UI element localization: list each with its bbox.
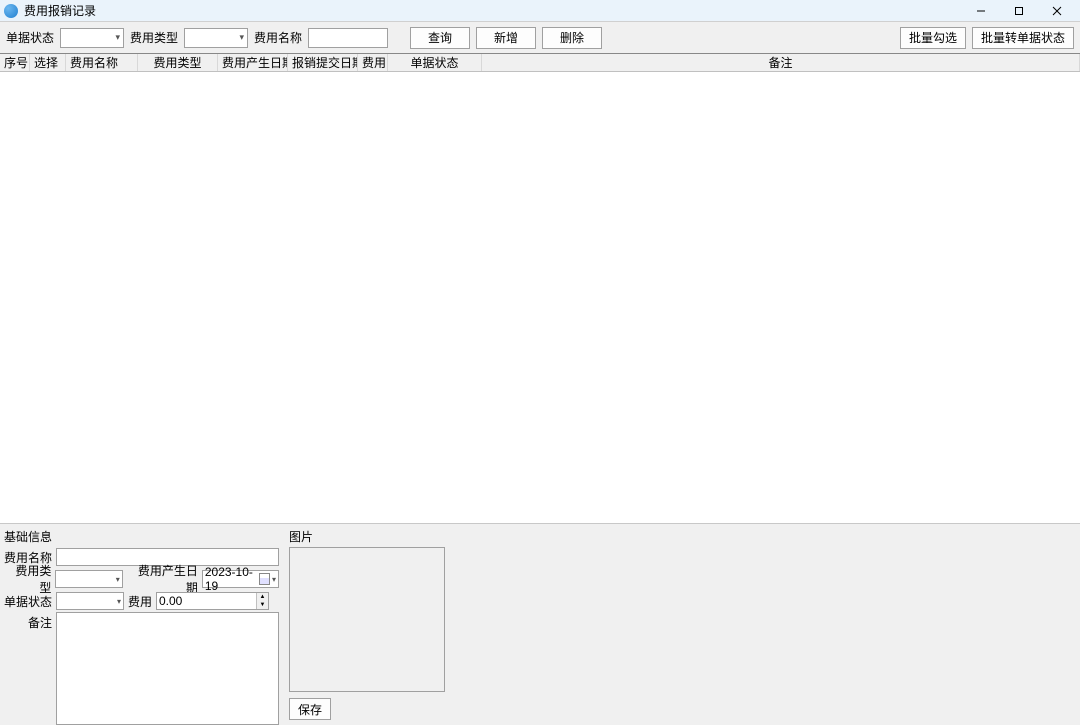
th-seq: 序号 (0, 54, 30, 71)
titlebar: 费用报销记录 (0, 0, 1080, 22)
status-filter-label: 单据状态 (6, 29, 54, 46)
type-combo[interactable]: ▾ (55, 570, 122, 588)
th-select: 选择 (30, 54, 66, 71)
name-filter-label: 费用名称 (254, 29, 302, 46)
chevron-down-icon: ▾ (240, 32, 245, 43)
th-type: 费用类型 (138, 54, 218, 71)
remark-textarea[interactable] (56, 612, 279, 725)
gen-date-picker[interactable]: 2023-10-19 ▾ (202, 570, 279, 588)
maximize-button[interactable] (1000, 0, 1038, 22)
gen-date-label: 费用产生日期 (127, 562, 198, 596)
image-section-title: 图片 (289, 528, 445, 545)
th-name: 费用名称 (66, 54, 138, 71)
window-title: 费用报销记录 (24, 2, 96, 19)
gen-date-value: 2023-10-19 (205, 565, 258, 593)
th-fee: 费用 (358, 54, 388, 71)
calendar-icon (259, 573, 270, 585)
table-body (0, 72, 1080, 523)
status-label: 单据状态 (4, 593, 52, 610)
chevron-down-icon: ▾ (117, 597, 121, 606)
batch-check-button[interactable]: 批量勾选 (900, 27, 966, 49)
delete-button[interactable]: 删除 (542, 27, 602, 49)
minimize-button[interactable] (962, 0, 1000, 22)
basic-info-title: 基础信息 (4, 528, 279, 545)
th-gen-date: 费用产生日期 (218, 54, 288, 71)
th-remark: 备注 (482, 54, 1080, 71)
app-icon (4, 4, 18, 18)
fee-spinner[interactable]: 0.00 ▲ ▼ (156, 592, 269, 610)
name-filter-input[interactable] (308, 28, 388, 48)
table-header: 序号 选择 费用名称 费用类型 费用产生日期 报销提交日期 费用 单据状态 备注 (0, 54, 1080, 72)
chevron-down-icon: ▾ (116, 575, 120, 584)
image-placeholder[interactable] (289, 547, 445, 692)
batch-convert-button[interactable]: 批量转单据状态 (972, 27, 1074, 49)
detail-panel: 基础信息 费用名称 费用类型 ▾ 费用产生日期 2023-10-19 ▾ 单据状… (0, 523, 1080, 720)
spin-up-icon[interactable]: ▲ (257, 593, 268, 601)
remark-label: 备注 (4, 612, 52, 725)
spin-down-icon[interactable]: ▼ (257, 601, 268, 609)
type-filter-label: 费用类型 (130, 29, 178, 46)
image-section: 图片 保存 (289, 528, 445, 720)
chevron-down-icon: ▾ (272, 575, 276, 584)
status-combo[interactable]: ▾ (56, 592, 124, 610)
fee-label: 费用 (128, 593, 152, 610)
th-submit-date: 报销提交日期 (288, 54, 358, 71)
filter-toolbar: 单据状态 ▾ 费用类型 ▾ 费用名称 查询 新增 删除 批量勾选 批量转单据状态 (0, 22, 1080, 54)
new-button[interactable]: 新增 (476, 27, 536, 49)
type-filter-combo[interactable]: ▾ (184, 28, 248, 48)
save-button[interactable]: 保存 (289, 698, 331, 720)
type-label: 费用类型 (4, 562, 51, 596)
basic-info-section: 基础信息 费用名称 费用类型 ▾ 费用产生日期 2023-10-19 ▾ 单据状… (4, 528, 279, 720)
close-button[interactable] (1038, 0, 1076, 22)
query-button[interactable]: 查询 (410, 27, 470, 49)
chevron-down-icon: ▾ (115, 32, 120, 43)
fee-value: 0.00 (159, 594, 182, 608)
status-filter-combo[interactable]: ▾ (60, 28, 124, 48)
th-status: 单据状态 (388, 54, 482, 71)
